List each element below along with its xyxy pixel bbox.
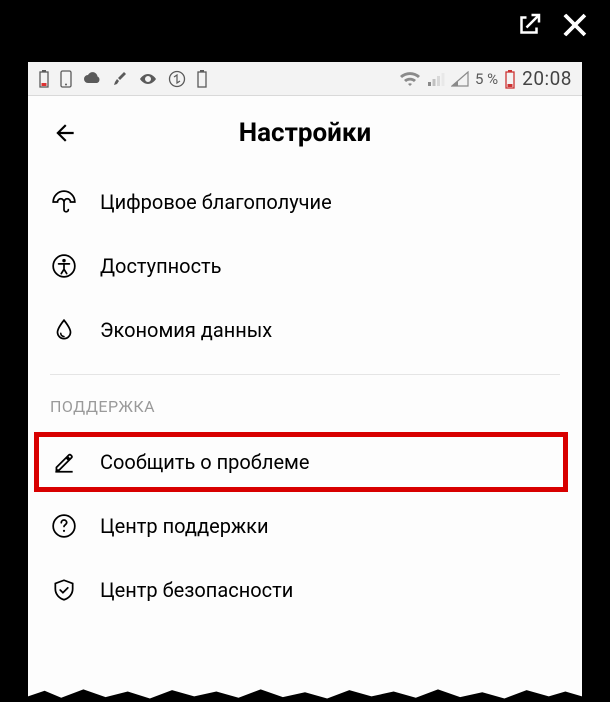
settings-item-label: Цифровое благополучие (100, 190, 332, 214)
page-title: Настройки (80, 118, 530, 148)
settings-item-wellbeing[interactable]: Цифровое благополучие (50, 170, 560, 234)
battery-status-icon (38, 70, 50, 88)
settings-item-data-saver[interactable]: Экономия данных (50, 298, 560, 362)
open-external-icon[interactable] (514, 10, 544, 40)
support-item-label: Центр безопасности (100, 578, 293, 602)
support-item-help-center[interactable]: Центр поддержки (50, 494, 560, 558)
umbrella-icon (50, 188, 78, 216)
divider (50, 374, 560, 375)
wifi-icon (399, 71, 421, 87)
droplet-icon (50, 316, 78, 344)
settings-item-label: Доступность (100, 254, 222, 278)
close-icon[interactable] (558, 8, 592, 42)
section-header-support: ПОДДЕРЖКА (50, 397, 560, 430)
back-button[interactable] (50, 118, 80, 148)
phone-icon (60, 70, 72, 88)
pencil-underline-icon (50, 448, 78, 476)
sync-icon (168, 70, 186, 88)
battery-low-icon (504, 69, 516, 89)
clock-text: 20:08 (522, 67, 572, 90)
device-frame: 5 % 20:08 Настройки Цифровое благополучи… (0, 0, 610, 702)
support-item-safety-center[interactable]: Центр безопасности (50, 558, 560, 622)
eye-icon (138, 72, 158, 86)
battery2-icon (196, 70, 208, 88)
help-circle-icon (50, 512, 78, 540)
phone-screen: 5 % 20:08 Настройки Цифровое благополучи… (28, 62, 582, 702)
support-item-label: Сообщить о проблеме (100, 450, 309, 474)
settings-item-label: Экономия данных (100, 318, 272, 342)
frame-controls (514, 8, 592, 42)
settings-list: Цифровое благополучие Доступность Эконом… (28, 170, 582, 622)
accessibility-icon (50, 252, 78, 280)
cloud-icon (82, 72, 102, 86)
battery-percent-text: 5 % (475, 70, 498, 88)
support-item-report-problem[interactable]: Сообщить о проблеме (50, 430, 560, 494)
shield-check-icon (50, 576, 78, 604)
settings-item-accessibility[interactable]: Доступность (50, 234, 560, 298)
brush-icon (112, 70, 128, 88)
support-item-label: Центр поддержки (100, 514, 269, 538)
status-bar: 5 % 20:08 (28, 62, 582, 96)
signal-icon (427, 71, 445, 87)
app-header: Настройки (28, 96, 582, 170)
signal2-icon (451, 71, 469, 87)
